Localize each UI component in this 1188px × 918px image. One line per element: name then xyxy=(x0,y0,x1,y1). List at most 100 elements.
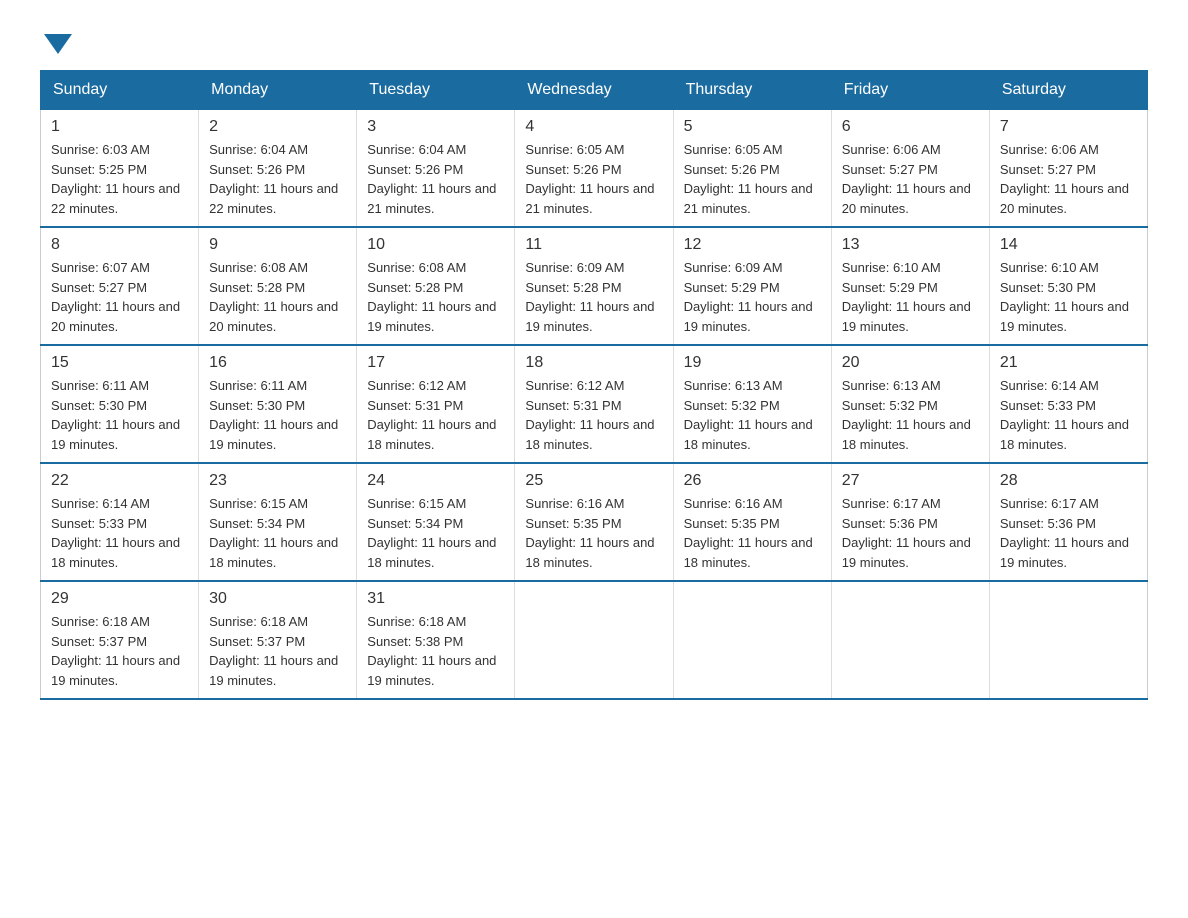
calendar-table: SundayMondayTuesdayWednesdayThursdayFrid… xyxy=(40,70,1148,700)
calendar-cell: 13 Sunrise: 6:10 AM Sunset: 5:29 PM Dayl… xyxy=(831,227,989,345)
day-number: 13 xyxy=(842,236,979,254)
calendar-week-2: 8 Sunrise: 6:07 AM Sunset: 5:27 PM Dayli… xyxy=(41,227,1148,345)
calendar-cell: 2 Sunrise: 6:04 AM Sunset: 5:26 PM Dayli… xyxy=(199,110,357,228)
calendar-header: SundayMondayTuesdayWednesdayThursdayFrid… xyxy=(41,71,1148,110)
column-header-wednesday: Wednesday xyxy=(515,71,673,110)
calendar-cell: 23 Sunrise: 6:15 AM Sunset: 5:34 PM Dayl… xyxy=(199,463,357,581)
day-number: 25 xyxy=(525,472,662,490)
calendar-cell: 17 Sunrise: 6:12 AM Sunset: 5:31 PM Dayl… xyxy=(357,345,515,463)
calendar-cell: 19 Sunrise: 6:13 AM Sunset: 5:32 PM Dayl… xyxy=(673,345,831,463)
day-info: Sunrise: 6:04 AM Sunset: 5:26 PM Dayligh… xyxy=(209,140,346,218)
day-info: Sunrise: 6:11 AM Sunset: 5:30 PM Dayligh… xyxy=(51,376,188,454)
calendar-cell xyxy=(831,581,989,699)
day-info: Sunrise: 6:12 AM Sunset: 5:31 PM Dayligh… xyxy=(367,376,504,454)
calendar-cell: 9 Sunrise: 6:08 AM Sunset: 5:28 PM Dayli… xyxy=(199,227,357,345)
day-number: 3 xyxy=(367,118,504,136)
calendar-cell xyxy=(515,581,673,699)
calendar-cell: 26 Sunrise: 6:16 AM Sunset: 5:35 PM Dayl… xyxy=(673,463,831,581)
calendar-cell: 31 Sunrise: 6:18 AM Sunset: 5:38 PM Dayl… xyxy=(357,581,515,699)
day-number: 10 xyxy=(367,236,504,254)
calendar-cell: 6 Sunrise: 6:06 AM Sunset: 5:27 PM Dayli… xyxy=(831,110,989,228)
calendar-week-5: 29 Sunrise: 6:18 AM Sunset: 5:37 PM Dayl… xyxy=(41,581,1148,699)
day-info: Sunrise: 6:04 AM Sunset: 5:26 PM Dayligh… xyxy=(367,140,504,218)
day-info: Sunrise: 6:11 AM Sunset: 5:30 PM Dayligh… xyxy=(209,376,346,454)
day-number: 31 xyxy=(367,590,504,608)
day-info: Sunrise: 6:12 AM Sunset: 5:31 PM Dayligh… xyxy=(525,376,662,454)
calendar-cell: 15 Sunrise: 6:11 AM Sunset: 5:30 PM Dayl… xyxy=(41,345,199,463)
day-number: 7 xyxy=(1000,118,1137,136)
column-header-saturday: Saturday xyxy=(989,71,1147,110)
calendar-week-1: 1 Sunrise: 6:03 AM Sunset: 5:25 PM Dayli… xyxy=(41,110,1148,228)
calendar-cell: 1 Sunrise: 6:03 AM Sunset: 5:25 PM Dayli… xyxy=(41,110,199,228)
day-number: 20 xyxy=(842,354,979,372)
day-number: 23 xyxy=(209,472,346,490)
logo xyxy=(40,30,72,50)
calendar-cell: 22 Sunrise: 6:14 AM Sunset: 5:33 PM Dayl… xyxy=(41,463,199,581)
day-info: Sunrise: 6:05 AM Sunset: 5:26 PM Dayligh… xyxy=(684,140,821,218)
calendar-week-3: 15 Sunrise: 6:11 AM Sunset: 5:30 PM Dayl… xyxy=(41,345,1148,463)
calendar-body: 1 Sunrise: 6:03 AM Sunset: 5:25 PM Dayli… xyxy=(41,110,1148,700)
column-header-thursday: Thursday xyxy=(673,71,831,110)
day-info: Sunrise: 6:17 AM Sunset: 5:36 PM Dayligh… xyxy=(1000,494,1137,572)
day-number: 17 xyxy=(367,354,504,372)
day-info: Sunrise: 6:10 AM Sunset: 5:30 PM Dayligh… xyxy=(1000,258,1137,336)
day-number: 2 xyxy=(209,118,346,136)
calendar-cell: 29 Sunrise: 6:18 AM Sunset: 5:37 PM Dayl… xyxy=(41,581,199,699)
day-info: Sunrise: 6:03 AM Sunset: 5:25 PM Dayligh… xyxy=(51,140,188,218)
day-number: 21 xyxy=(1000,354,1137,372)
page-header xyxy=(40,30,1148,50)
day-number: 28 xyxy=(1000,472,1137,490)
day-info: Sunrise: 6:08 AM Sunset: 5:28 PM Dayligh… xyxy=(367,258,504,336)
calendar-cell: 18 Sunrise: 6:12 AM Sunset: 5:31 PM Dayl… xyxy=(515,345,673,463)
day-number: 24 xyxy=(367,472,504,490)
column-header-sunday: Sunday xyxy=(41,71,199,110)
calendar-cell: 10 Sunrise: 6:08 AM Sunset: 5:28 PM Dayl… xyxy=(357,227,515,345)
column-header-friday: Friday xyxy=(831,71,989,110)
calendar-cell: 14 Sunrise: 6:10 AM Sunset: 5:30 PM Dayl… xyxy=(989,227,1147,345)
calendar-cell xyxy=(989,581,1147,699)
day-number: 9 xyxy=(209,236,346,254)
calendar-cell: 5 Sunrise: 6:05 AM Sunset: 5:26 PM Dayli… xyxy=(673,110,831,228)
header-row: SundayMondayTuesdayWednesdayThursdayFrid… xyxy=(41,71,1148,110)
day-info: Sunrise: 6:16 AM Sunset: 5:35 PM Dayligh… xyxy=(684,494,821,572)
calendar-cell xyxy=(673,581,831,699)
calendar-cell: 27 Sunrise: 6:17 AM Sunset: 5:36 PM Dayl… xyxy=(831,463,989,581)
column-header-monday: Monday xyxy=(199,71,357,110)
day-number: 30 xyxy=(209,590,346,608)
day-info: Sunrise: 6:14 AM Sunset: 5:33 PM Dayligh… xyxy=(51,494,188,572)
day-info: Sunrise: 6:09 AM Sunset: 5:28 PM Dayligh… xyxy=(525,258,662,336)
calendar-cell: 3 Sunrise: 6:04 AM Sunset: 5:26 PM Dayli… xyxy=(357,110,515,228)
day-number: 18 xyxy=(525,354,662,372)
day-info: Sunrise: 6:13 AM Sunset: 5:32 PM Dayligh… xyxy=(842,376,979,454)
day-info: Sunrise: 6:17 AM Sunset: 5:36 PM Dayligh… xyxy=(842,494,979,572)
column-header-tuesday: Tuesday xyxy=(357,71,515,110)
day-number: 1 xyxy=(51,118,188,136)
day-info: Sunrise: 6:15 AM Sunset: 5:34 PM Dayligh… xyxy=(209,494,346,572)
day-info: Sunrise: 6:16 AM Sunset: 5:35 PM Dayligh… xyxy=(525,494,662,572)
day-info: Sunrise: 6:06 AM Sunset: 5:27 PM Dayligh… xyxy=(1000,140,1137,218)
calendar-cell: 30 Sunrise: 6:18 AM Sunset: 5:37 PM Dayl… xyxy=(199,581,357,699)
day-info: Sunrise: 6:18 AM Sunset: 5:38 PM Dayligh… xyxy=(367,612,504,690)
calendar-cell: 25 Sunrise: 6:16 AM Sunset: 5:35 PM Dayl… xyxy=(515,463,673,581)
day-info: Sunrise: 6:09 AM Sunset: 5:29 PM Dayligh… xyxy=(684,258,821,336)
day-number: 19 xyxy=(684,354,821,372)
day-info: Sunrise: 6:10 AM Sunset: 5:29 PM Dayligh… xyxy=(842,258,979,336)
day-number: 15 xyxy=(51,354,188,372)
calendar-cell: 21 Sunrise: 6:14 AM Sunset: 5:33 PM Dayl… xyxy=(989,345,1147,463)
day-info: Sunrise: 6:08 AM Sunset: 5:28 PM Dayligh… xyxy=(209,258,346,336)
day-number: 16 xyxy=(209,354,346,372)
day-info: Sunrise: 6:13 AM Sunset: 5:32 PM Dayligh… xyxy=(684,376,821,454)
day-number: 22 xyxy=(51,472,188,490)
logo-triangle-icon xyxy=(44,34,72,54)
calendar-cell: 28 Sunrise: 6:17 AM Sunset: 5:36 PM Dayl… xyxy=(989,463,1147,581)
day-info: Sunrise: 6:06 AM Sunset: 5:27 PM Dayligh… xyxy=(842,140,979,218)
day-number: 12 xyxy=(684,236,821,254)
day-info: Sunrise: 6:18 AM Sunset: 5:37 PM Dayligh… xyxy=(209,612,346,690)
day-info: Sunrise: 6:18 AM Sunset: 5:37 PM Dayligh… xyxy=(51,612,188,690)
calendar-cell: 4 Sunrise: 6:05 AM Sunset: 5:26 PM Dayli… xyxy=(515,110,673,228)
day-number: 6 xyxy=(842,118,979,136)
day-info: Sunrise: 6:15 AM Sunset: 5:34 PM Dayligh… xyxy=(367,494,504,572)
calendar-cell: 7 Sunrise: 6:06 AM Sunset: 5:27 PM Dayli… xyxy=(989,110,1147,228)
day-number: 4 xyxy=(525,118,662,136)
calendar-cell: 8 Sunrise: 6:07 AM Sunset: 5:27 PM Dayli… xyxy=(41,227,199,345)
